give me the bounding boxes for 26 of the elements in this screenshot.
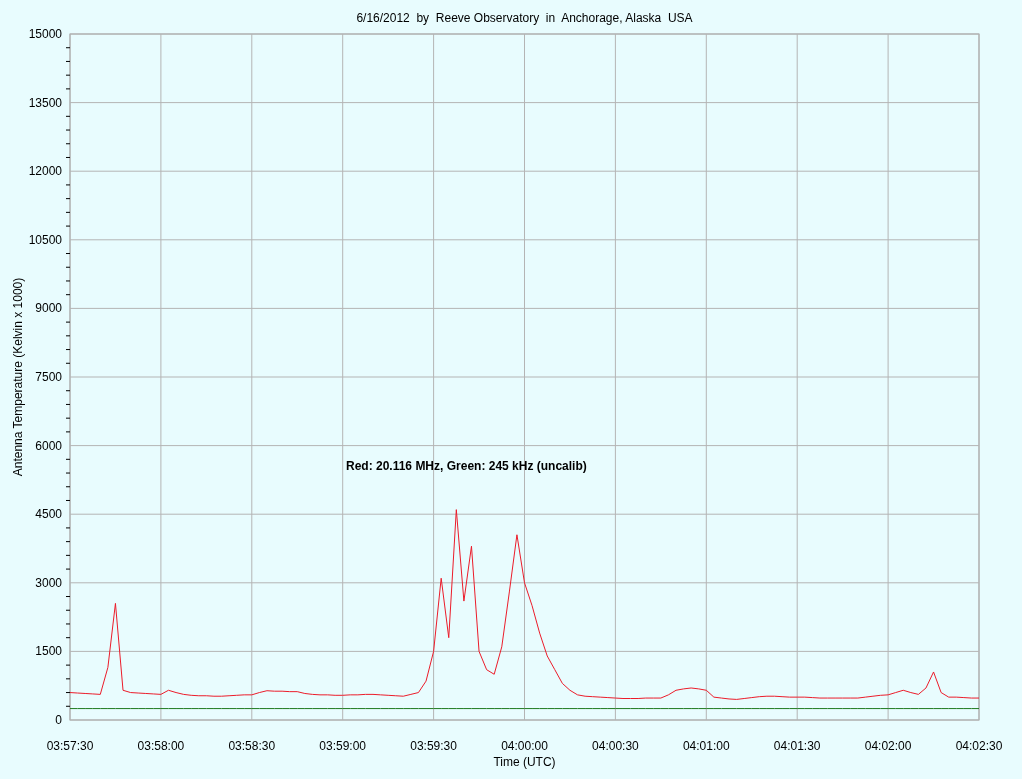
x-tick-label: 03:58:30 xyxy=(228,739,276,753)
x-tick-label: 03:58:00 xyxy=(137,739,185,753)
chart-title: 6/16/2012 by Reeve Observatory in Anchorage, Alaska USA xyxy=(356,11,693,25)
x-tick-label: 04:01:00 xyxy=(682,739,730,753)
y-tick-label: 15000 xyxy=(28,27,62,41)
x-tick-label: 04:02:00 xyxy=(864,739,912,753)
y-tick-label: 4500 xyxy=(35,507,62,522)
y-tick-label: 3000 xyxy=(35,575,62,590)
x-tick-label: 03:59:30 xyxy=(410,739,457,753)
y-tick-label: 10500 xyxy=(28,232,62,247)
x-tick-label: 03:57:30 xyxy=(46,739,94,753)
chart-annotation: Red: 20.116 MHz, Green: 245 kHz (uncalib) xyxy=(346,459,587,473)
x-axis-label: Time (UTC) xyxy=(493,755,556,769)
x-tick-label: 04:00:30 xyxy=(592,739,639,753)
y-tick-label: 7500 xyxy=(35,370,62,384)
y-tick-label: 12000 xyxy=(28,164,62,179)
y-axis-label: Antenna Temperature (Kelvin x 1000) xyxy=(11,277,25,477)
y-tick-label: 6000 xyxy=(35,438,62,453)
x-tick-label: 04:00:00 xyxy=(501,739,548,753)
x-tick-label: 04:01:30 xyxy=(773,739,821,753)
y-tick-label: 13500 xyxy=(28,95,62,110)
x-tick-label: 03:59:00 xyxy=(319,739,367,753)
y-tick-label: 9000 xyxy=(35,301,62,316)
y-tick-label: 1500 xyxy=(35,644,62,659)
y-tick-label: 0 xyxy=(55,713,62,727)
x-tick-label: 04:02:30 xyxy=(955,739,1003,753)
